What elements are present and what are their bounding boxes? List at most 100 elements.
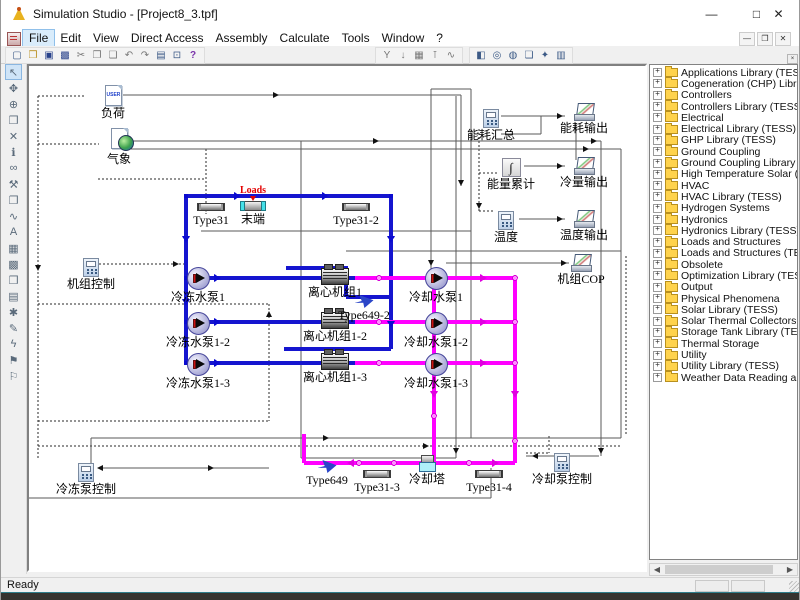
undo-icon[interactable]: ↶ [121, 49, 137, 63]
component-chw-pump2[interactable]: 冷冻水泵1-2 [153, 312, 243, 349]
library-item[interactable]: Cogeneration (CHP) Library (TESS) [650, 78, 797, 89]
terminal-unit-icon[interactable]: Loads [241, 201, 265, 211]
scrollbar-thumb[interactable] [665, 565, 773, 574]
library-item[interactable]: Hydrogen Systems [650, 203, 797, 214]
component-cw-pump3[interactable]: 冷却水泵1-3 [391, 353, 481, 390]
write-input-icon[interactable]: ↓ [395, 49, 411, 63]
expand-icon[interactable] [653, 91, 662, 100]
expand-icon[interactable] [653, 204, 662, 213]
expand-icon[interactable] [653, 238, 662, 247]
library-item[interactable]: Hydronics [650, 214, 797, 225]
library-item[interactable]: Physical Phenomena [650, 293, 797, 304]
show-files-icon[interactable]: ❏ [521, 49, 537, 63]
expand-icon[interactable] [653, 260, 662, 269]
plotter-icon[interactable] [573, 210, 595, 228]
menu-assembly[interactable]: Assembly [210, 30, 274, 46]
library-item[interactable]: Ground Coupling Library (TESS) [650, 157, 797, 168]
new-icon[interactable]: ▢ [9, 49, 25, 63]
run-tool-icon[interactable]: ϟ [5, 336, 22, 352]
cut-icon[interactable]: ✂ [73, 49, 89, 63]
calculator-icon[interactable] [78, 463, 94, 482]
flag-off-tool-icon[interactable]: ⚐ [5, 368, 22, 384]
user-file-icon[interactable]: USER [105, 85, 122, 106]
chiller-icon[interactable] [321, 353, 349, 370]
paste-icon[interactable]: ❏ [105, 49, 121, 63]
assembly-tree-icon[interactable]: Y [379, 49, 395, 63]
chiller-icon[interactable] [321, 268, 349, 285]
library-item[interactable]: Applications Library (TESS) [650, 67, 797, 78]
delete-tool-icon[interactable]: ✕ [5, 128, 22, 144]
layer-tool-icon[interactable]: ❒ [5, 272, 22, 288]
expand-icon[interactable] [653, 215, 662, 224]
info-tool-icon[interactable]: ℹ [5, 144, 22, 160]
expand-icon[interactable] [653, 294, 662, 303]
expand-icon[interactable] [653, 249, 662, 258]
menu-tools[interactable]: Tools [336, 30, 376, 46]
mdi-restore-button[interactable]: ❐ [757, 32, 773, 46]
close-button[interactable]: ✕ [756, 0, 800, 29]
expand-icon[interactable] [653, 102, 662, 111]
options-icon[interactable]: ▥ [553, 49, 569, 63]
component-chw-pump3[interactable]: 冷冻水泵1-3 [153, 353, 243, 390]
library-item[interactable]: Storage Tank Library (TESS) [650, 327, 797, 338]
library-item[interactable]: Controllers [650, 90, 797, 101]
menu-window[interactable]: Window [376, 30, 431, 46]
menu-view[interactable]: View [87, 30, 125, 46]
plotter-icon[interactable] [573, 157, 595, 175]
help-icon[interactable]: ? [185, 49, 201, 63]
show-lock-icon[interactable]: ◍ [505, 49, 521, 63]
diverter-icon[interactable] [355, 295, 374, 308]
library-item[interactable]: Hydronics Library (TESS) [650, 225, 797, 236]
pump-icon[interactable] [425, 312, 448, 335]
expand-icon[interactable] [653, 192, 662, 201]
library-item[interactable]: Controllers Library (TESS) [650, 101, 797, 112]
grid-tool-icon[interactable]: ▦ [5, 240, 22, 256]
flag-on-tool-icon[interactable]: ⚑ [5, 352, 22, 368]
library-item[interactable]: Utility Library (TESS) [650, 361, 797, 372]
library-item[interactable]: Optimization Library (TESS) [650, 270, 797, 281]
pump-icon[interactable] [187, 353, 210, 376]
menu-edit[interactable]: Edit [54, 30, 87, 46]
scroll-left-icon[interactable]: ◀ [650, 564, 664, 575]
expand-icon[interactable] [653, 125, 662, 134]
print-area-tool-icon[interactable]: ▤ [5, 288, 22, 304]
expand-icon[interactable] [653, 362, 662, 371]
link-tool-icon[interactable]: ∞ [5, 160, 22, 176]
refresh-icon[interactable]: ✦ [537, 49, 553, 63]
expand-icon[interactable] [653, 373, 662, 382]
library-item[interactable]: Solar Thermal Collectors [650, 316, 797, 327]
pan-tool-icon[interactable]: ✥ [5, 80, 22, 96]
library-item[interactable]: Utility [650, 349, 797, 360]
copy-icon[interactable]: ❐ [89, 49, 105, 63]
expand-icon[interactable] [653, 159, 662, 168]
pump-icon[interactable] [425, 267, 448, 290]
component-cw-control[interactable]: 冷却泵控制 [517, 453, 607, 486]
library-item[interactable]: Electrical Library (TESS) [650, 123, 797, 134]
library-tree[interactable]: Applications Library (TESS) Cogeneration… [649, 64, 798, 560]
expand-icon[interactable] [653, 170, 662, 179]
expand-icon[interactable] [653, 328, 662, 337]
print-preview-icon[interactable]: ⊡ [169, 49, 185, 63]
calculator-icon[interactable] [483, 109, 499, 128]
calculator-icon[interactable] [498, 211, 514, 230]
plotter-icon[interactable] [573, 103, 595, 121]
redo-icon[interactable]: ↷ [137, 49, 153, 63]
component-cop[interactable]: 机组COP [536, 254, 626, 286]
title-bar[interactable]: Simulation Studio - [Project8_3.tpf] — □… [1, 0, 800, 31]
component-chiller3[interactable]: 离心机组1-3 [290, 349, 380, 384]
component-cooling-out[interactable]: 冷量输出 [539, 157, 629, 189]
expand-icon[interactable] [653, 113, 662, 122]
expand-icon[interactable] [653, 147, 662, 156]
weather-file-icon[interactable] [111, 128, 128, 149]
expand-icon[interactable] [653, 305, 662, 314]
expand-icon[interactable] [653, 317, 662, 326]
pipe-icon[interactable] [342, 203, 370, 211]
component-loads-file[interactable]: USER 负荷 [68, 85, 158, 120]
print-icon[interactable]: ▤ [153, 49, 169, 63]
mdi-minimize-button[interactable]: — [739, 32, 755, 46]
library-item[interactable]: Weather Data Reading and Process [650, 372, 797, 383]
calculator-icon[interactable] [554, 453, 570, 472]
expand-icon[interactable] [653, 339, 662, 348]
component-energy-sum[interactable]: 能耗汇总 [446, 109, 536, 142]
component-temp-out[interactable]: 温度输出 [539, 210, 629, 242]
